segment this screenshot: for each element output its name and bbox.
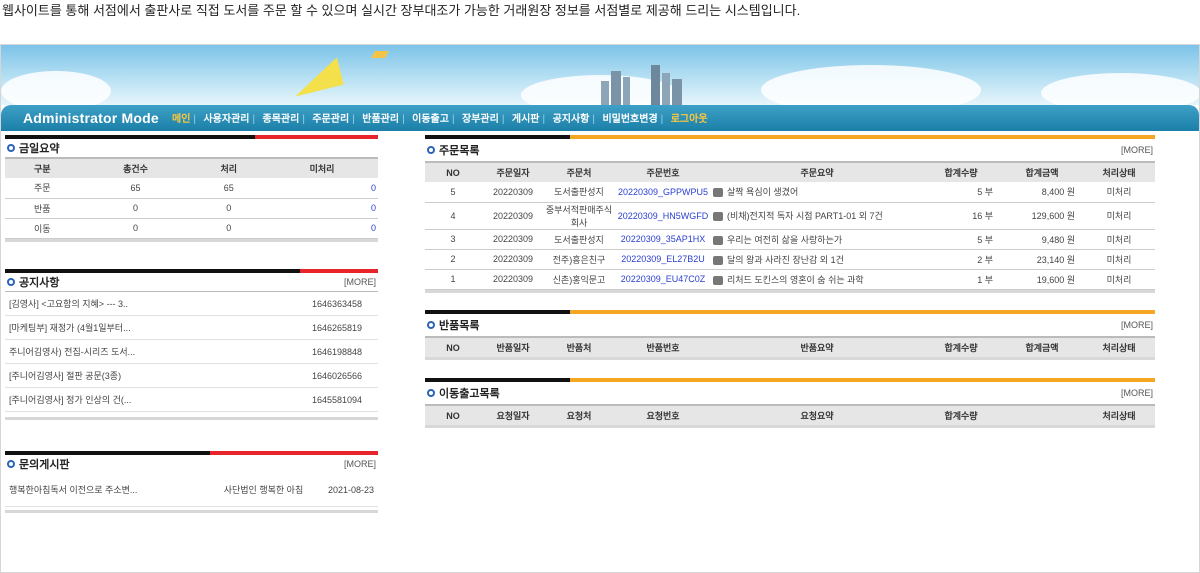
print-icon[interactable]	[713, 235, 723, 245]
menu-main[interactable]: 메인	[169, 114, 193, 125]
menu-users[interactable]: 사용자관리	[200, 114, 252, 125]
returns-title: 반품목록	[439, 320, 480, 332]
col-header: 주문요약	[713, 161, 921, 182]
paper-plane-small-icon	[370, 51, 390, 58]
list-item[interactable]: 주니어김영사) 전집-시리즈 도서... 1646198848	[5, 340, 378, 364]
col-header: 처리상태	[1083, 404, 1155, 425]
col-header: 주문번호	[613, 161, 713, 182]
admin-mode-title: Administrator Mode	[23, 110, 159, 126]
col-header: 요청일자	[481, 404, 545, 425]
col-header: 합계금액	[1001, 336, 1083, 357]
header-banner	[1, 45, 1199, 105]
paper-plane-icon	[288, 57, 344, 97]
orders-title: 주문목록	[439, 145, 480, 157]
col-header: 반품요약	[713, 336, 921, 357]
admin-window: Administrator Mode 메인 | 사용자관리 | 종목관리 | 주문관리…	[0, 44, 1200, 573]
col-header: NO	[425, 404, 481, 425]
print-icon[interactable]	[713, 212, 723, 222]
list-item[interactable]: [주니어김영사] 절판 공문(3종) 1646026566	[5, 364, 378, 388]
col-header: 요청처	[545, 404, 613, 425]
order-number-link[interactable]: 20220309_GPPWPU5	[613, 182, 713, 203]
menu-items[interactable]: 종목관리	[260, 114, 303, 125]
qna-more-link[interactable]: [MORE]	[344, 459, 376, 469]
summary-title: 금일요약	[19, 143, 60, 155]
summary-panel: 금일요약 구분 총건수 처리 미처리 주문 65 65 0 반품 0 00 이동 0 0…	[5, 135, 378, 242]
returns-more-link[interactable]: [MORE]	[1121, 320, 1153, 330]
notice-panel: 공지사항 [MORE] [김영사] <고요함의 지혜> --- 3.. 16463…	[5, 269, 378, 420]
col-header: 구분	[5, 157, 80, 178]
list-item[interactable]: 행복한아침독서 이전으로 주소변... 사단법인 행복한 아침 2021-08-…	[5, 473, 378, 507]
order-number-link[interactable]: 20220309_EU47C0Z	[613, 269, 713, 290]
menu-board[interactable]: 게시판	[509, 114, 543, 125]
returns-table: NO 반품일자 반품처 반품번호 반품요약 합계수량 합계금액 처리상태	[425, 336, 1155, 357]
col-header: 합계수량	[921, 404, 1001, 425]
bullet-icon	[427, 321, 435, 329]
main-menu: 메인 | 사용자관리 | 종목관리 | 주문관리 | 반품관리 | 이동출고 | 장부관리 |…	[169, 109, 711, 127]
notice-title: 공지사항	[19, 277, 60, 289]
col-header: 처리상태	[1083, 336, 1155, 357]
summary-table: 구분 총건수 처리 미처리 주문 65 65 0 반품 0 00 이동 0 00	[5, 157, 378, 239]
col-header: 반품번호	[613, 336, 713, 357]
menu-notice[interactable]: 공지사항	[550, 114, 593, 125]
page-caption: 웹사이트를 통해 서점에서 출판사로 직접 도서를 주문 할 수 있으며 실시간…	[2, 3, 801, 18]
col-header	[1001, 404, 1083, 425]
transfers-title: 이동출고목록	[439, 388, 500, 400]
qna-panel: 문의게시판 [MORE] 행복한아침독서 이전으로 주소변... 사단법인 행복…	[5, 451, 378, 513]
order-number-link[interactable]: 20220309_EL27B2U	[613, 249, 713, 270]
transfers-more-link[interactable]: [MORE]	[1121, 388, 1153, 398]
qna-title: 문의게시판	[19, 459, 70, 471]
bullet-icon	[427, 389, 435, 397]
col-header: 합계수량	[921, 161, 1001, 182]
col-header: NO	[425, 336, 481, 357]
col-header: 주문처	[545, 161, 613, 182]
orders-table: NO 주문일자 주문처 주문번호 주문요약 합계수량 합계금액 처리상태 5 20…	[425, 161, 1155, 290]
col-header: 미처리	[266, 157, 378, 178]
table-row: 이동 0 00	[5, 218, 378, 239]
col-header: 반품일자	[481, 336, 545, 357]
table-row[interactable]: 5 20220309 도서출판성지 20220309_GPPWPU5 살짝 욕심이 생겼…	[425, 182, 1155, 203]
table-row: 주문 65 65 0	[5, 178, 378, 199]
list-item[interactable]: [김영사] <고요함의 지혜> --- 3.. 1646363458	[5, 292, 378, 316]
menu-transfer[interactable]: 이동출고	[409, 114, 452, 125]
col-header: 요청요약	[713, 404, 921, 425]
transfers-table: NO 요청일자 요청처 요청번호 요청요약 합계수량 처리상태	[425, 404, 1155, 425]
returns-panel: 반품목록 [MORE] NO 반품일자 반품처 반품번호 반품요약 합계수량 합…	[425, 310, 1155, 360]
menu-password[interactable]: 비밀번호변경	[599, 114, 660, 125]
table-row[interactable]: 1 20220309 신촌)홍익문고 20220309_EU47C0Z 리처드 도킨스의…	[425, 269, 1155, 290]
table-row[interactable]: 3 20220309 도서출판성지 20220309_35AP1HX 우리는 여전히 삶…	[425, 229, 1155, 250]
table-row[interactable]: 4 20220309 중부서적판매주식회사 20220309_HN5WGFD (비채)전…	[425, 202, 1155, 230]
orders-more-link[interactable]: [MORE]	[1121, 145, 1153, 155]
table-row: 반품 0 00	[5, 198, 378, 219]
bullet-icon	[427, 146, 435, 154]
col-header: 합계금액	[1001, 161, 1083, 182]
col-header: 처리	[191, 157, 267, 178]
order-number-link[interactable]: 20220309_35AP1HX	[613, 229, 713, 250]
col-header: 주문일자	[481, 161, 545, 182]
top-menu-bar: Administrator Mode 메인 | 사용자관리 | 종목관리 | 주문관리…	[1, 105, 1199, 131]
notice-more-link[interactable]: [MORE]	[344, 277, 376, 287]
print-icon[interactable]	[713, 255, 723, 265]
transfers-panel: 이동출고목록 [MORE] NO 요청일자 요청처 요청번호 요청요약 합계수량…	[425, 378, 1155, 428]
col-header: 총건수	[79, 157, 192, 178]
orders-panel: 주문목록 [MORE] NO 주문일자 주문처 주문번호 주문요약 합계수량 합…	[425, 135, 1155, 293]
print-icon[interactable]	[713, 275, 723, 285]
list-item[interactable]: [마케팅부] 재정가 (4월1일부터... 1646265819	[5, 316, 378, 340]
list-item[interactable]: [주니어김영사] 정가 인상의 건(... 1645581094	[5, 388, 378, 412]
table-row[interactable]: 2 20220309 전주)흥은친구 20220309_EL27B2U 달의 왕과 사라…	[425, 249, 1155, 270]
print-icon[interactable]	[713, 188, 723, 198]
col-header: 요청번호	[613, 404, 713, 425]
bullet-icon	[7, 278, 15, 286]
col-header: 반품처	[545, 336, 613, 357]
menu-returns[interactable]: 반품관리	[359, 114, 402, 125]
menu-logout[interactable]: 로그아웃	[668, 114, 711, 125]
col-header: 합계수량	[921, 336, 1001, 357]
bullet-icon	[7, 460, 15, 468]
col-header: NO	[425, 161, 481, 182]
order-number-link[interactable]: 20220309_HN5WGFD	[613, 202, 713, 230]
menu-orders[interactable]: 주문관리	[309, 114, 352, 125]
bullet-icon	[7, 144, 15, 152]
col-header: 처리상태	[1083, 161, 1155, 182]
menu-ledger[interactable]: 장부관리	[459, 114, 502, 125]
